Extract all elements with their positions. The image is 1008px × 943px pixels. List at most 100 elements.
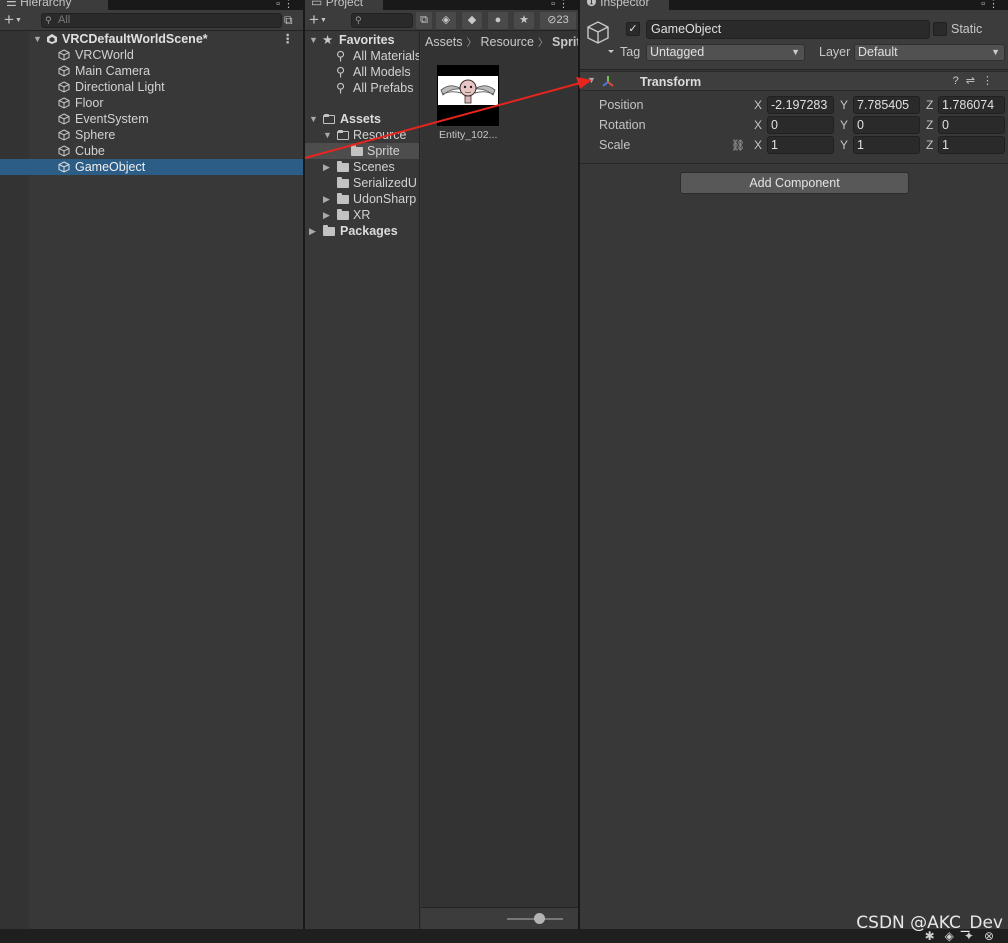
constrain-proportions-link-icon[interactable]: ⛓: [731, 139, 745, 152]
hierarchy-item-label: Main Camera: [75, 64, 151, 78]
scene-search-icon[interactable]: ⧉: [284, 13, 293, 28]
expand-triangle-icon[interactable]: ▼: [33, 31, 42, 47]
favorite-star-icon[interactable]: ★: [514, 12, 534, 29]
tab-hierarchy[interactable]: ☰ Hierarchy: [0, 0, 108, 10]
hidden-packages-toggle[interactable]: ⊘23: [540, 12, 576, 29]
hierarchy-tab-menu[interactable]: ▫⋮: [276, 0, 297, 10]
folder-row-sprite[interactable]: Sprite: [305, 143, 419, 159]
asset-zoom-bar: [421, 907, 578, 929]
folder-row-udonsharp[interactable]: ▶ UdonSharp: [305, 191, 419, 207]
tab-project[interactable]: ▭ Project: [305, 0, 383, 10]
gameobject-cube-icon: [58, 113, 70, 125]
kebab-menu-icon[interactable]: ⋮: [982, 75, 1000, 87]
axis-x-label[interactable]: X: [754, 98, 762, 112]
project-tab-menu[interactable]: ▫⋮: [551, 0, 572, 10]
active-checkbox[interactable]: ✓: [626, 22, 640, 36]
unity-scene-icon: [47, 34, 57, 44]
axis-z-label[interactable]: Z: [926, 138, 933, 152]
scale-x-field[interactable]: 1: [767, 136, 834, 154]
scale-z-field[interactable]: 1: [938, 136, 1005, 154]
assets-row[interactable]: ▼ Assets: [305, 111, 419, 127]
asset-grid: Assets〉Resource〉Sprite Entity_102...: [421, 31, 578, 929]
chevron-right-icon: 〉: [466, 38, 477, 49]
project-create-button[interactable]: +▼: [309, 11, 327, 32]
hierarchy-item-label: GameObject: [75, 160, 146, 174]
hierarchy-item[interactable]: EventSystem: [0, 111, 303, 127]
search-icon: ⚲: [336, 81, 346, 95]
collapsed-triangle-icon[interactable]: ▶: [323, 191, 330, 207]
axis-y-label[interactable]: Y: [840, 98, 848, 112]
hierarchy-item[interactable]: Directional Light: [0, 79, 303, 95]
zoom-slider-knob[interactable]: [534, 913, 545, 924]
filter-label-icon[interactable]: ◆: [462, 12, 482, 29]
breadcrumb-item-current[interactable]: Sprite: [552, 35, 578, 49]
folder-row-resource[interactable]: ▼ Resource: [305, 127, 419, 143]
component-title: Transform: [640, 75, 702, 89]
axis-x-label[interactable]: X: [754, 138, 762, 152]
collapsed-triangle-icon[interactable]: ▶: [309, 223, 316, 239]
axis-z-label[interactable]: Z: [926, 98, 933, 112]
project-search-input[interactable]: ⚲: [351, 13, 413, 28]
layer-dropdown[interactable]: Default ▼: [854, 44, 1005, 61]
gameobject-cube-icon: [58, 49, 70, 61]
folder-row-serialized[interactable]: SerializedU: [305, 175, 419, 191]
tag-label: Tag: [620, 45, 641, 59]
sprite-thumbnail[interactable]: [437, 65, 499, 126]
collapsed-triangle-icon[interactable]: ▶: [323, 207, 330, 223]
axis-y-label[interactable]: Y: [840, 118, 848, 132]
collapsed-triangle-icon[interactable]: ▶: [323, 159, 330, 175]
expand-triangle-icon[interactable]: ▼: [587, 75, 596, 85]
hierarchy-item-selected[interactable]: GameObject: [0, 159, 303, 175]
favorite-item[interactable]: ⚲ All Models: [305, 64, 419, 80]
packages-label: Packages: [340, 224, 398, 238]
object-name-field[interactable]: GameObject: [646, 20, 930, 39]
filter-type-icon[interactable]: ◈: [436, 12, 456, 29]
hierarchy-item[interactable]: Cube: [0, 143, 303, 159]
gameobject-cube-icon[interactable]: [586, 20, 616, 54]
folder-label: XR: [353, 208, 371, 222]
axis-z-label[interactable]: Z: [926, 118, 933, 132]
search-scene-icon[interactable]: ⧉: [416, 12, 432, 29]
help-icon[interactable]: ?: [953, 75, 966, 87]
hierarchy-item[interactable]: VRCWorld: [0, 47, 303, 63]
scene-row[interactable]: ▼ VRCDefaultWorldScene* ⋮: [0, 31, 303, 47]
create-plus-button[interactable]: +▼: [4, 11, 22, 32]
axis-y-label[interactable]: Y: [840, 138, 848, 152]
watermark-text: CSDN @AKC_Dev: [856, 913, 1003, 933]
hierarchy-item[interactable]: Sphere: [0, 127, 303, 143]
breadcrumb-item[interactable]: Assets: [425, 35, 463, 49]
folder-row-xr[interactable]: ▶ XR: [305, 207, 419, 223]
hierarchy-search-input[interactable]: ⚲ All: [41, 13, 282, 28]
transform-component-header[interactable]: ▼ Transform ?⇌⋮: [580, 71, 1008, 91]
expand-triangle-icon[interactable]: ▼: [323, 127, 332, 143]
expand-triangle-icon[interactable]: ▼: [309, 32, 318, 48]
axis-x-label[interactable]: X: [754, 118, 762, 132]
rotation-z-value: 0: [942, 118, 949, 132]
rotation-z-field[interactable]: 0: [938, 116, 1005, 134]
hierarchy-item[interactable]: Floor: [0, 95, 303, 111]
packages-row[interactable]: ▶ Packages: [305, 223, 419, 239]
favorites-row[interactable]: ▼ ★ Favorites: [305, 32, 419, 48]
tag-dropdown[interactable]: Untagged ▼: [646, 44, 805, 61]
expand-triangle-icon[interactable]: ▼: [309, 111, 318, 127]
breadcrumb-item[interactable]: Resource: [481, 35, 535, 49]
scene-menu-icon[interactable]: ⋮: [282, 31, 295, 47]
static-checkbox[interactable]: [933, 22, 947, 36]
favorite-item[interactable]: ⚲ All Prefabs: [305, 80, 419, 96]
add-component-button[interactable]: Add Component: [680, 172, 909, 194]
position-y-field[interactable]: 7.785405: [853, 96, 920, 114]
scene-name: VRCDefaultWorldScene*: [62, 32, 208, 46]
inspector-tab-menu[interactable]: ▫⋮: [981, 0, 1002, 10]
rotation-x-field[interactable]: 0: [767, 116, 834, 134]
preset-icon[interactable]: ⇌: [966, 75, 982, 87]
favorite-item[interactable]: ⚲ All Materials: [305, 48, 419, 64]
filter-warning-icon[interactable]: ●: [488, 12, 508, 29]
rotation-y-field[interactable]: 0: [853, 116, 920, 134]
position-x-field[interactable]: -2.197283: [767, 96, 834, 114]
hierarchy-item[interactable]: Main Camera: [0, 63, 303, 79]
tab-inspector[interactable]: ❶ Inspector: [580, 0, 669, 10]
position-z-field[interactable]: 1.786074: [938, 96, 1005, 114]
component-header-icons[interactable]: ?⇌⋮: [953, 74, 1000, 87]
scale-y-field[interactable]: 1: [853, 136, 920, 154]
folder-row-scenes[interactable]: ▶ Scenes: [305, 159, 419, 175]
